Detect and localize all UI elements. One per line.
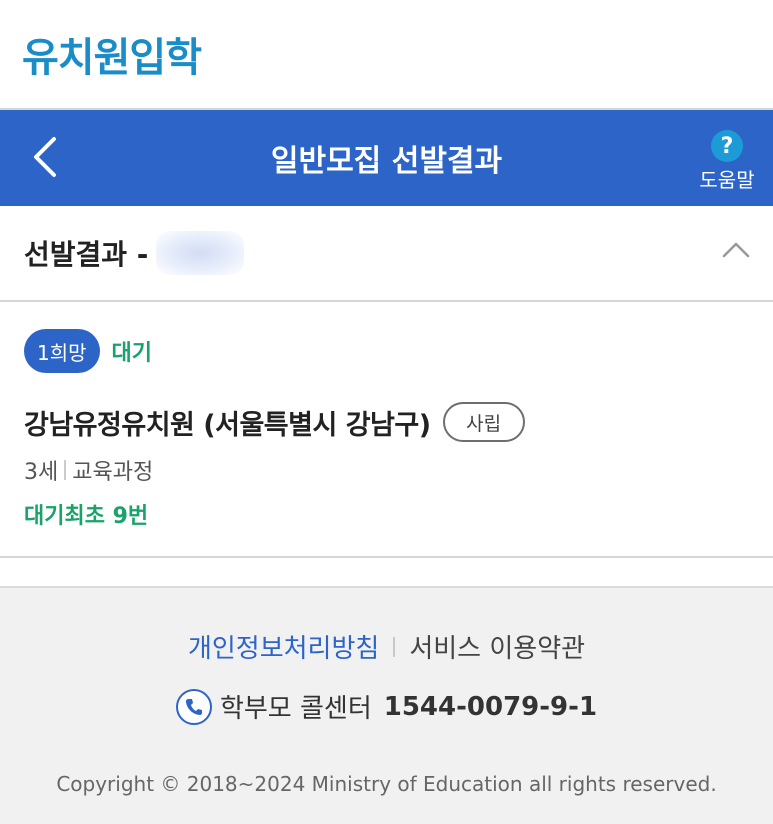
age-label: 3세	[24, 460, 59, 485]
blurred-child-name	[156, 231, 245, 275]
chevron-up-icon[interactable]	[721, 240, 751, 260]
status-text: 대기	[111, 341, 153, 366]
school-row: 강남유정유치원 (서울특별시 강남구) 사립	[24, 402, 749, 442]
call-center[interactable]: 학부모 콜센터 1544-0079-9-1	[0, 688, 773, 725]
chevron-left-icon	[34, 137, 56, 177]
course-label: 교육과정	[72, 460, 154, 485]
terms-link[interactable]: 서비스 이용약관	[409, 628, 585, 665]
back-button[interactable]	[20, 132, 70, 182]
question-icon: ?	[711, 130, 743, 162]
help-button[interactable]: ? 도움말	[695, 130, 759, 193]
footer-links: 개인정보처리방침 서비스 이용약관	[0, 628, 773, 665]
call-label: 학부모 콜센터	[219, 694, 372, 724]
privacy-policy-link[interactable]: 개인정보처리방침	[188, 628, 379, 665]
school-name: 강남유정유치원 (서울특별시 강남구)	[24, 409, 431, 441]
help-label: 도움말	[699, 168, 755, 192]
nav-bar: 일반모집 선발결과 ? 도움말	[0, 110, 773, 206]
call-number[interactable]: 1544-0079-9-1	[384, 692, 597, 722]
app-header: 유치원입학	[0, 0, 773, 110]
class-info: 3세 교육과정	[24, 454, 749, 486]
section-title: 선발결과 -	[24, 238, 149, 271]
footer: 개인정보처리방침 서비스 이용약관 학부모 콜센터 1544-0079-9-1 …	[0, 586, 773, 824]
waitlist-number: 대기최초 9번	[24, 504, 149, 529]
app-logo[interactable]: 유치원입학	[22, 25, 202, 83]
school-type-badge: 사립	[442, 402, 525, 442]
divider	[64, 460, 67, 480]
copyright: Copyright © 2018~2024 Ministry of Educat…	[56, 772, 717, 796]
divider	[393, 636, 396, 657]
phone-icon	[175, 688, 212, 725]
choice-row: 1희망 대기	[24, 328, 749, 374]
result-section-header[interactable]: 선발결과 -	[0, 206, 773, 302]
result-card: 1희망 대기 강남유정유치원 (서울특별시 강남구) 사립 3세 교육과정 대기…	[0, 302, 773, 558]
page-title: 일반모집 선발결과	[270, 144, 503, 179]
choice-badge: 1희망	[24, 329, 100, 373]
